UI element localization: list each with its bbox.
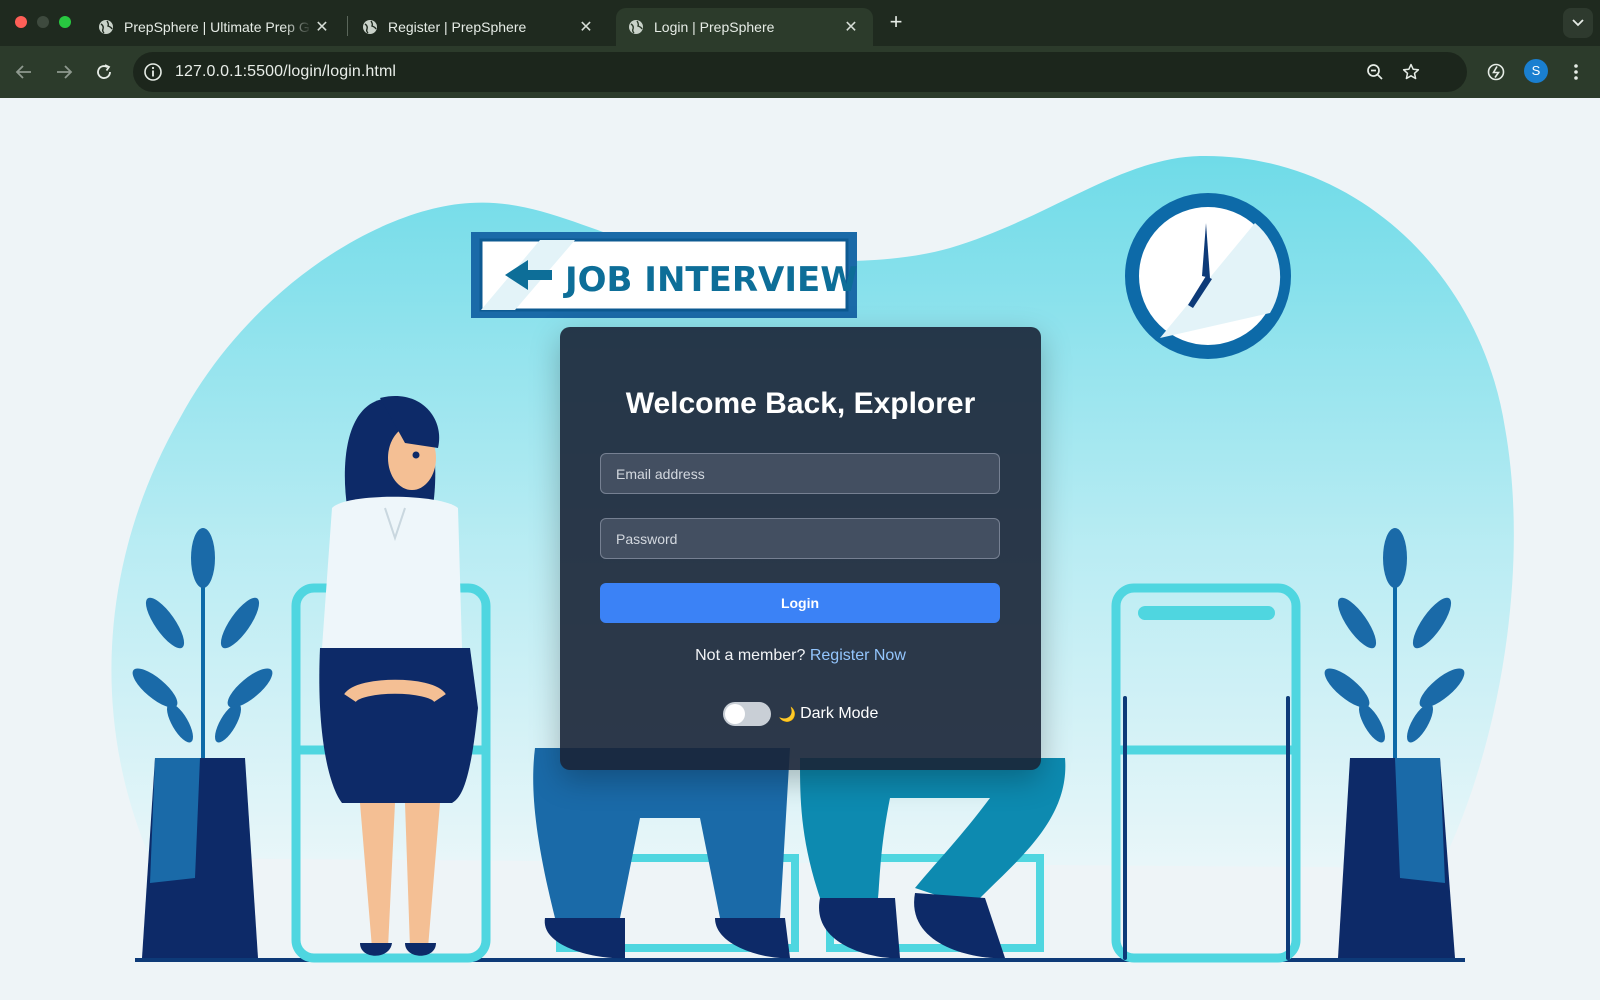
new-tab-button[interactable]: + (884, 10, 908, 34)
toggle-knob (724, 704, 745, 724)
close-icon[interactable]: ✕ (576, 17, 596, 37)
login-title: Welcome Back, Explorer (625, 387, 976, 420)
tab-title: PrepSphere | Ultimate Prep G (124, 19, 310, 35)
browser-toolbar: 127.0.0.1:5500/login/login.html S (0, 46, 1600, 98)
url-text[interactable]: 127.0.0.1:5500/login/login.html (175, 63, 396, 81)
tab-title: Login | PrepSphere (654, 19, 775, 35)
wall-clock (1125, 193, 1291, 359)
register-prompt: Not a member? Register Now (560, 647, 1041, 665)
sign-text: JOB INTERVIEW (563, 260, 858, 300)
login-button[interactable]: Login (600, 583, 1000, 623)
profile-avatar[interactable]: S (1524, 59, 1548, 83)
login-page: JOB INTERVIEW Welcome Back, Explorer Ema… (0, 98, 1600, 1000)
maximize-window-button[interactable] (59, 16, 71, 28)
dark-mode-label: Dark Mode (800, 705, 879, 722)
globe-icon (629, 20, 643, 34)
moon-icon: 🌙 (778, 705, 797, 722)
password-field[interactable] (600, 518, 1000, 559)
globe-icon (99, 20, 113, 34)
arrow-right-icon (57, 65, 73, 79)
arrow-left-icon (15, 65, 31, 79)
browser-tab-active[interactable]: Login | PrepSphere ✕ (616, 8, 873, 46)
more-menu-icon[interactable] (1564, 60, 1588, 84)
back-button[interactable] (10, 58, 38, 86)
address-bar[interactable]: 127.0.0.1:5500/login/login.html (133, 52, 1467, 92)
close-icon[interactable]: ✕ (841, 17, 861, 37)
tab-title: Register | PrepSphere (388, 19, 527, 35)
browser-tab[interactable]: PrepSphere | Ultimate Prep G ✕ (86, 8, 344, 46)
login-card: Welcome Back, Explorer Login Not a membe… (560, 327, 1041, 770)
dark-mode-row: 🌙 Dark Mode (560, 702, 1041, 726)
browser-tab-bar: PrepSphere | Ultimate Prep G ✕ Register … (0, 0, 1600, 46)
reload-icon (97, 64, 111, 79)
minimize-window-button[interactable] (37, 16, 49, 28)
globe-icon (363, 20, 377, 34)
reload-button[interactable] (90, 58, 118, 86)
register-now-link[interactable]: Register Now (810, 647, 906, 664)
zoom-icon[interactable] (1363, 60, 1387, 84)
chevron-down-icon (1572, 19, 1584, 27)
job-interview-sign: JOB INTERVIEW (471, 232, 858, 318)
extension-icon[interactable] (1484, 60, 1508, 84)
close-icon[interactable]: ✕ (312, 17, 332, 37)
bookmark-star-icon[interactable] (1399, 60, 1423, 84)
tab-separator (347, 16, 348, 36)
tab-search-button[interactable] (1563, 8, 1593, 38)
dark-mode-toggle[interactable] (722, 702, 771, 726)
site-info-icon[interactable] (143, 62, 163, 82)
email-field[interactable] (600, 453, 1000, 494)
forward-button[interactable] (50, 58, 78, 86)
register-prompt-text: Not a member? (695, 647, 806, 664)
close-window-button[interactable] (15, 16, 27, 28)
browser-tab[interactable]: Register | PrepSphere ✕ (350, 8, 608, 46)
